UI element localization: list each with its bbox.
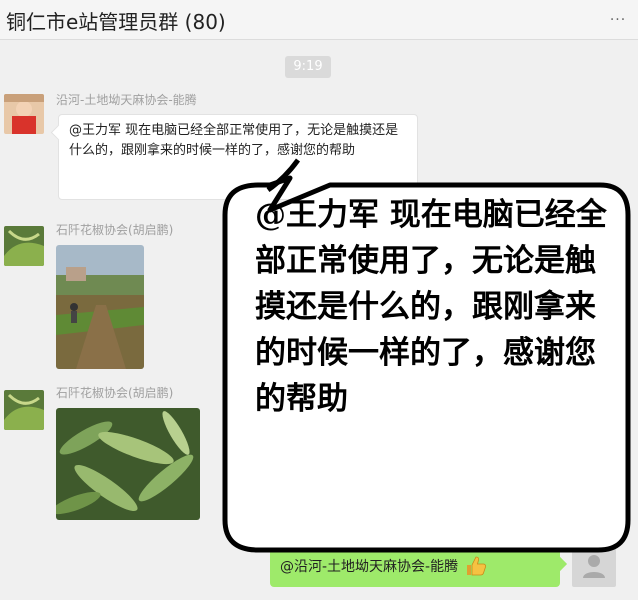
avatar[interactable] — [4, 94, 44, 134]
callout-text: @王力军 现在电脑已经全部正常使用了，无论是触摸还是什么的，跟刚拿来的时候一样的… — [255, 197, 607, 417]
group-title: 铜仁市e站管理员群 (80) — [6, 10, 226, 34]
my-message-text: @沿河-土地坳天麻协会-能腾 — [280, 559, 459, 575]
avatar[interactable] — [4, 226, 44, 266]
baby-avatar-icon — [4, 94, 44, 134]
sender-name: 石阡花椒协会(胡启鹏) — [56, 223, 174, 237]
ellipsis-icon: ··· — [609, 12, 627, 28]
chat-window: 铜仁市e站管理员群 (80) ··· 9:19 沿河-土地坳天麻协会-能腾 @王… — [0, 0, 638, 600]
field-photo — [56, 245, 144, 369]
image-message[interactable] — [56, 245, 144, 369]
leaves-photo — [56, 408, 200, 520]
plant-avatar-icon — [4, 226, 44, 266]
sender-name: 沿河-土地坳天麻协会-能腾 — [56, 93, 197, 107]
my-message-bubble[interactable]: @沿河-土地坳天麻协会-能腾 — [270, 545, 560, 587]
avatar[interactable] — [4, 390, 44, 430]
message-bubble[interactable]: @王力军 现在电脑已经全部正常使用了，无论是触摸还是什么的，跟刚拿来的时候一样的… — [58, 114, 418, 200]
default-user-icon — [583, 555, 605, 578]
plant-avatar-icon — [4, 390, 44, 430]
more-options-button[interactable]: ··· — [608, 10, 628, 30]
timestamp-badge: 9:19 — [285, 56, 331, 78]
thumbs-up-icon — [464, 554, 488, 578]
my-avatar[interactable] — [572, 543, 616, 587]
image-message[interactable] — [56, 408, 200, 520]
title-bar: 铜仁市e站管理员群 (80) ··· — [0, 0, 638, 40]
sender-name: 石阡花椒协会(胡启鹏) — [56, 386, 174, 400]
